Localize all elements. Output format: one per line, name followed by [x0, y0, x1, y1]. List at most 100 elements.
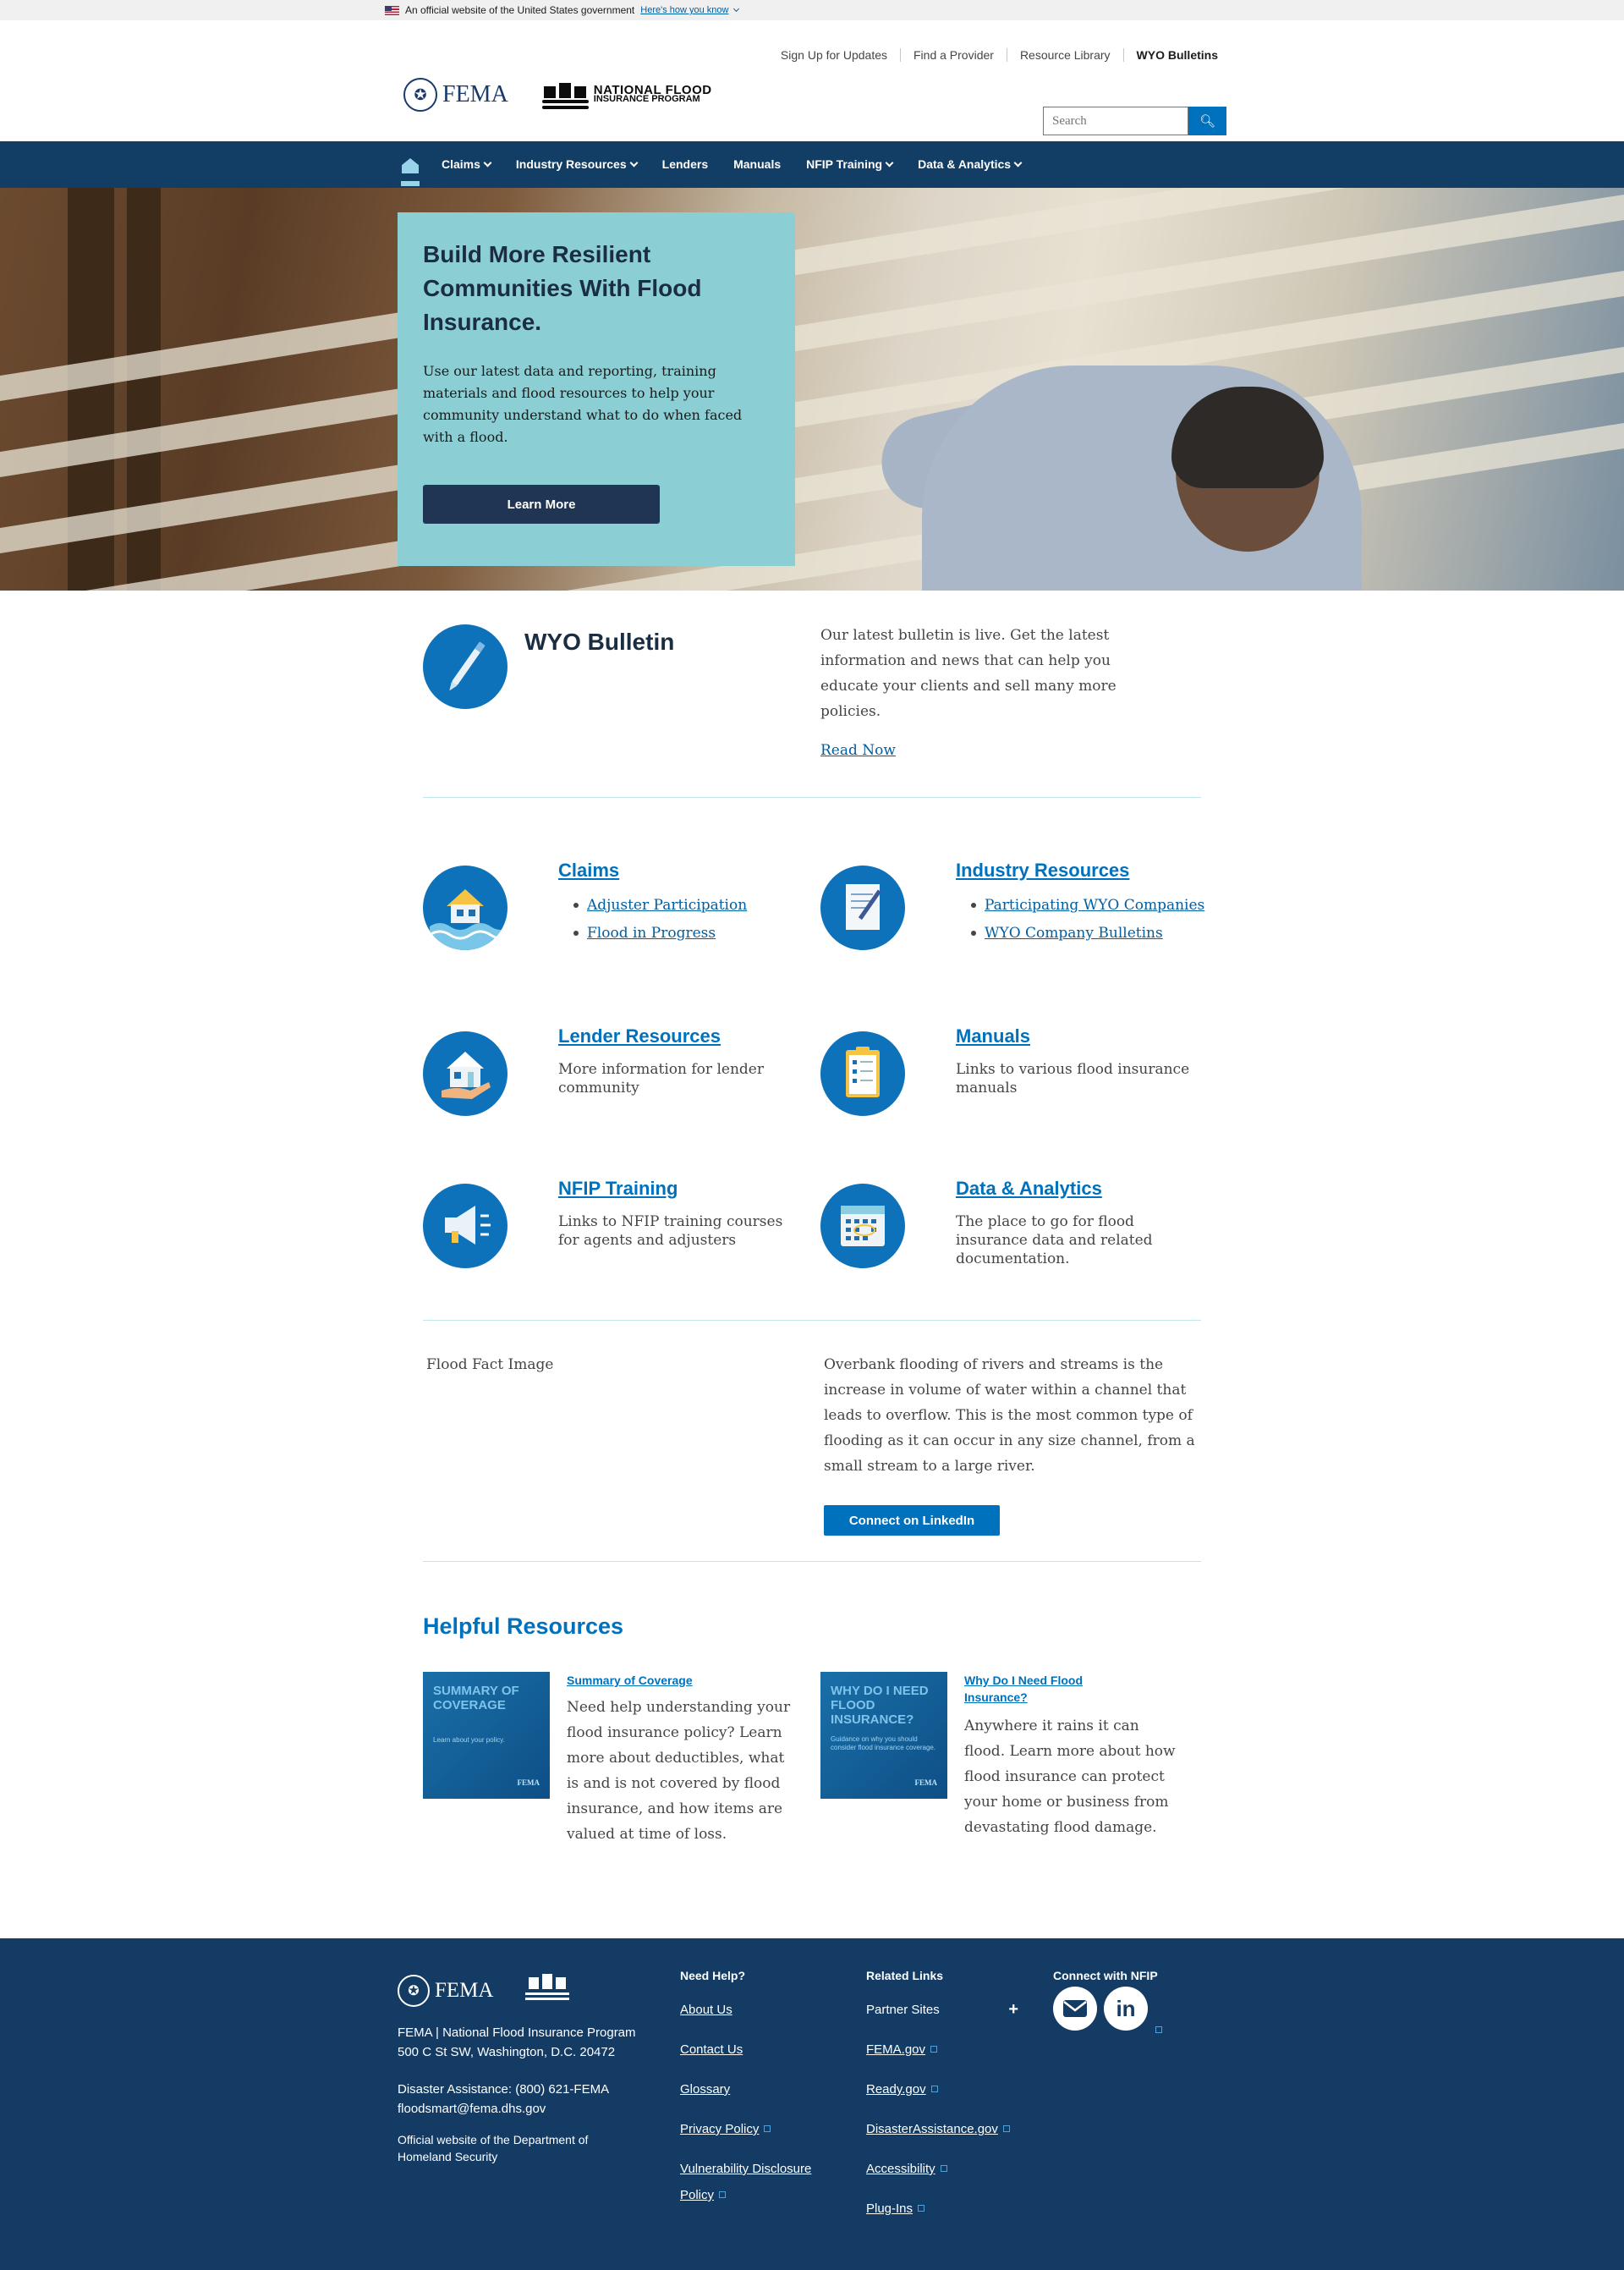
nav-item-nfip-training[interactable]: NFIP Training [806, 157, 894, 171]
section-divider [423, 1320, 1201, 1321]
fema-logo[interactable]: ✪ FEMA [403, 78, 508, 112]
list-item[interactable]: Adjuster Participation [573, 897, 747, 914]
list-item[interactable]: Participating WYO Companies [971, 897, 1204, 914]
list-item[interactable]: Flood in Progress [573, 925, 747, 942]
nav-label: Data & Analytics [918, 157, 1012, 171]
footer-contact: Disaster Assistance: (800) 621-FEMA floo… [398, 2080, 609, 2119]
linkedin-icon[interactable]: in [1104, 1987, 1148, 2031]
home-link[interactable] [401, 157, 420, 175]
dhs-seal-icon: ✪ [403, 78, 437, 112]
nav-item-data-analytics[interactable]: Data & Analytics [918, 157, 1023, 171]
list-item[interactable]: WYO Company Bulletins [971, 925, 1204, 942]
wyo-bulletin-icon [423, 624, 508, 709]
document-icon [820, 866, 905, 950]
nfip-logo[interactable]: NATIONAL FLOOD INSURANCE PROGRAM [541, 80, 712, 110]
helpful-resources-title: Helpful Resources [423, 1613, 624, 1639]
email-icon[interactable] [1053, 1987, 1097, 2031]
footer-logos: ✪ FEMA [398, 1974, 570, 2008]
external-link-icon [930, 2086, 938, 2092]
adjuster-participation-link[interactable]: Adjuster Participation [587, 897, 747, 914]
why-flood-insurance-link[interactable]: Why Do I Need Flood Insurance? [964, 1672, 1116, 1706]
footer-phone: Disaster Assistance: (800) 621-FEMA [398, 2082, 610, 2097]
footer-nfip-logo[interactable] [525, 1974, 570, 2008]
nav-item-industry-resources[interactable]: Industry Resources [516, 157, 639, 171]
connect-linkedin-button[interactable]: Connect on LinkedIn [824, 1505, 1000, 1536]
fema-wordmark: FEMA [442, 81, 508, 107]
chevron-down-icon [1013, 158, 1023, 167]
external-link-icon [918, 2205, 925, 2212]
heres-how-you-know-link[interactable]: Here's how you know [640, 5, 728, 15]
why-flood-insurance-text: Anywhere it rains it can flood. Learn mo… [964, 1718, 1176, 1836]
utility-nav: Sign Up for Updates Find a Provider Reso… [768, 48, 1218, 62]
footer-official: Official website of the Department of Ho… [398, 2131, 588, 2165]
nav-item-manuals[interactable]: Manuals [733, 157, 781, 171]
footer-fema-logo[interactable]: ✪ FEMA [398, 1975, 493, 2007]
summary-of-coverage-link[interactable]: Summary of Coverage [567, 1672, 693, 1689]
data-analytics-link[interactable]: Data & Analytics [956, 1178, 1102, 1200]
chevron-down-icon [629, 158, 639, 167]
section-divider [423, 797, 1201, 798]
nav-item-claims[interactable]: Claims [442, 157, 492, 171]
linkedin-glyph: in [1116, 1995, 1136, 2021]
industry-resources-link[interactable]: Industry Resources [956, 860, 1129, 882]
manuals-link[interactable]: Manuals [956, 1025, 1030, 1047]
fema-gov-link[interactable]: FEMA.gov [866, 2042, 925, 2057]
footer-address-line: 500 C St SW, Washington, D.C. 20472 [398, 2045, 616, 2059]
lender-resources-link[interactable]: Lender Resources [558, 1025, 721, 1047]
hero-siding-plank [0, 194, 1624, 478]
section-divider [423, 1561, 1201, 1562]
need-help-links: About Us Contact Us Glossary Privacy Pol… [680, 2003, 811, 2228]
thumb-brand: FEMA [517, 1778, 540, 1787]
read-now-link[interactable]: Read Now [820, 742, 896, 759]
chevron-down-icon [885, 158, 894, 167]
privacy-policy-link[interactable]: Privacy Policy [680, 2122, 759, 2136]
claims-link[interactable]: Claims [558, 860, 619, 882]
contact-us-link[interactable]: Contact Us [680, 2042, 743, 2057]
external-link-icon [719, 2191, 727, 2198]
partner-sites-toggle[interactable]: Partner Sites + [866, 2000, 1018, 2042]
summary-of-coverage-thumbnail[interactable]: SUMMARY OF COVERAGE Learn about your pol… [423, 1672, 550, 1799]
plus-icon: + [1008, 2000, 1018, 2019]
manuals-desc: Links to various flood insurance manuals [956, 1061, 1190, 1097]
gov-banner-text: An official website of the United States… [405, 4, 635, 16]
participating-wyo-link[interactable]: Participating WYO Companies [985, 897, 1204, 914]
search-button[interactable]: 🔍︎ [1188, 107, 1226, 135]
utility-link-updates[interactable]: Sign Up for Updates [768, 48, 900, 62]
hero-siding-plank [0, 188, 1624, 402]
utility-link-library[interactable]: Resource Library [1006, 48, 1123, 62]
summary-of-coverage-text: Need help understanding your flood insur… [567, 1699, 791, 1843]
search-input[interactable] [1043, 107, 1188, 135]
nfip-training-link[interactable]: NFIP Training [558, 1178, 678, 1200]
wyo-company-bulletins-link[interactable]: WYO Company Bulletins [985, 925, 1163, 942]
site-header: Sign Up for Updates Find a Provider Reso… [0, 20, 1624, 141]
nav-label: Claims [442, 157, 480, 171]
why-flood-insurance-thumbnail[interactable]: WHY DO I NEED FLOOD INSURANCE? Guidance … [820, 1672, 947, 1799]
nav-item-lenders[interactable]: Lenders [662, 157, 708, 171]
about-us-link[interactable]: About Us [680, 2003, 732, 2017]
search-form: 🔍︎ [1043, 107, 1226, 135]
utility-link-wyo[interactable]: WYO Bulletins [1122, 48, 1218, 62]
external-link-icon [940, 2165, 947, 2172]
vulnerability-disclosure-link[interactable]: Vulnerability Disclosure [680, 2162, 811, 2176]
calendar-icon [820, 1184, 905, 1268]
plug-ins-link[interactable]: Plug-Ins [866, 2201, 913, 2216]
hero-text: Use our latest data and reporting, train… [423, 363, 743, 445]
flood-in-progress-link[interactable]: Flood in Progress [587, 925, 716, 942]
utility-link-provider[interactable]: Find a Provider [900, 48, 1007, 62]
ready-gov-link[interactable]: Ready.gov [866, 2082, 926, 2097]
nav-label: NFIP Training [806, 157, 883, 171]
nfip-line2: INSURANCE PROGRAM [593, 94, 700, 104]
chevron-down-icon[interactable] [733, 5, 740, 12]
home-icon [402, 158, 419, 173]
external-link-icon [930, 2046, 938, 2053]
thumb-subtitle: Guidance on why you should consider floo… [831, 1735, 936, 1751]
disaster-assistance-link[interactable]: DisasterAssistance.gov [866, 2122, 998, 2136]
learn-more-button[interactable]: Learn More [423, 485, 660, 524]
vulnerability-disclosure-link-cont[interactable]: Policy [680, 2188, 714, 2202]
glossary-link[interactable]: Glossary [680, 2082, 730, 2097]
house-in-hand-icon [423, 1031, 508, 1116]
accessibility-link[interactable]: Accessibility [866, 2162, 935, 2176]
gov-banner: An official website of the United States… [0, 0, 1624, 20]
megaphone-icon [423, 1184, 508, 1268]
flooded-house-icon [423, 866, 508, 950]
